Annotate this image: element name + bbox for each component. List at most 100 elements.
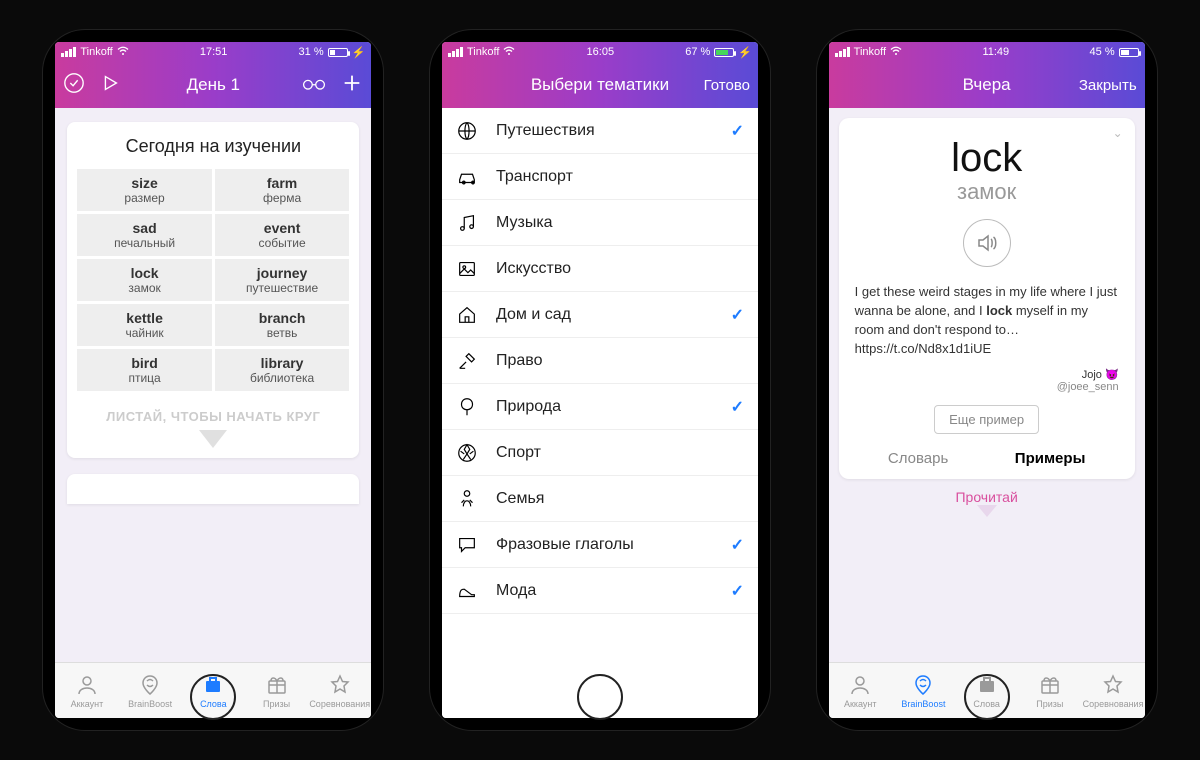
topic-row[interactable]: Музыка bbox=[442, 200, 758, 246]
glasses-icon[interactable] bbox=[301, 72, 327, 99]
segment-tab[interactable]: Примеры bbox=[1015, 450, 1086, 467]
clock: 11:49 bbox=[982, 46, 1009, 58]
battery-icon bbox=[714, 48, 734, 57]
tab-label: Призы bbox=[1036, 699, 1063, 709]
topic-row[interactable]: Право bbox=[442, 338, 758, 384]
nav-title: Выбери тематики bbox=[531, 75, 669, 95]
charging-icon: ⚡ bbox=[352, 46, 366, 59]
check-circle-icon[interactable] bbox=[63, 72, 85, 99]
tab-label: BrainBoost bbox=[901, 699, 945, 709]
globe-icon bbox=[456, 120, 482, 142]
word-ru: печальный bbox=[81, 236, 208, 250]
tab-label: BrainBoost bbox=[128, 699, 172, 709]
image-icon bbox=[456, 258, 482, 280]
car-icon bbox=[456, 166, 482, 188]
wifi-icon bbox=[503, 46, 515, 59]
battery-icon bbox=[328, 48, 348, 57]
tab-4[interactable]: Соревнования bbox=[1081, 663, 1144, 718]
word-grid: sizeразмерfarmфермаsadпечальныйeventсобы… bbox=[77, 169, 349, 391]
home-button[interactable] bbox=[190, 674, 236, 720]
topic-row[interactable]: Транспорт bbox=[442, 154, 758, 200]
status-bar: Tinkoff 16:05 67 % ⚡ bbox=[442, 42, 758, 62]
tab-0[interactable]: Аккаунт bbox=[55, 663, 118, 718]
home-button[interactable] bbox=[964, 674, 1010, 720]
chevron-down-icon[interactable]: ⌄ bbox=[1113, 126, 1123, 140]
word-ru: ветвь bbox=[219, 326, 346, 340]
word-cell[interactable]: lockзамок bbox=[77, 259, 212, 301]
word-cell[interactable]: birdптица bbox=[77, 349, 212, 391]
word-cell[interactable]: libraryбиблиотека bbox=[215, 349, 350, 391]
content-area[interactable]: ⌄ lock замок I get these weird stages in… bbox=[829, 108, 1145, 662]
word-cell[interactable]: sadпечальный bbox=[77, 214, 212, 256]
topic-label: Мода bbox=[496, 582, 731, 600]
word-en: library bbox=[219, 355, 346, 371]
family-icon bbox=[456, 488, 482, 510]
content-area[interactable]: Сегодня на изучении sizeразмерfarmфермаs… bbox=[55, 108, 371, 662]
topic-row[interactable]: Фразовые глаголы✓ bbox=[442, 522, 758, 568]
carrier-label: Tinkoff bbox=[80, 46, 112, 58]
signal-icon bbox=[448, 47, 463, 57]
word-card: ⌄ lock замок I get these weird stages in… bbox=[839, 118, 1135, 479]
tab-label: Призы bbox=[263, 699, 290, 709]
word-ru: библиотека bbox=[219, 371, 346, 385]
topic-list[interactable]: Путешествия✓ Транспорт Музыка Искусство Дом … bbox=[442, 108, 758, 718]
word-cell[interactable]: farmферма bbox=[215, 169, 350, 211]
word-cell[interactable]: journeyпутешествие bbox=[215, 259, 350, 301]
word-en: farm bbox=[219, 175, 346, 191]
tab-label: Соревнования bbox=[309, 699, 370, 709]
close-button[interactable]: Закрыть bbox=[1079, 77, 1137, 94]
clock: 16:05 bbox=[587, 46, 615, 58]
tab-3[interactable]: Призы bbox=[245, 663, 308, 718]
tab-3[interactable]: Призы bbox=[1018, 663, 1081, 718]
battery-percent: 45 % bbox=[1090, 46, 1115, 58]
word-cell[interactable]: sizeразмер bbox=[77, 169, 212, 211]
screen-2: Tinkoff 16:05 67 % ⚡ Выбери тематики Гот… bbox=[442, 42, 758, 718]
segment-tab[interactable]: Словарь bbox=[888, 450, 948, 467]
topic-row[interactable]: Искусство bbox=[442, 246, 758, 292]
word-cell[interactable]: eventсобытие bbox=[215, 214, 350, 256]
tab-1[interactable]: BrainBoost bbox=[892, 663, 955, 718]
topic-row[interactable]: Путешествия✓ bbox=[442, 108, 758, 154]
topic-row[interactable]: Природа✓ bbox=[442, 384, 758, 430]
word-ru: ферма bbox=[219, 191, 346, 205]
wifi-icon bbox=[890, 46, 902, 59]
home-button[interactable] bbox=[577, 674, 623, 720]
status-bar: Tinkoff 11:49 45 % bbox=[829, 42, 1145, 62]
nav-bar: День 1 bbox=[55, 62, 371, 108]
tab-1[interactable]: BrainBoost bbox=[119, 663, 182, 718]
word-ru: размер bbox=[81, 191, 208, 205]
speak-button[interactable] bbox=[963, 219, 1011, 267]
topic-row[interactable]: Дом и сад✓ bbox=[442, 292, 758, 338]
tab-label: Аккаунт bbox=[844, 699, 877, 709]
word-russian: замок bbox=[855, 179, 1119, 205]
topic-label: Искусство bbox=[496, 260, 744, 278]
word-english: lock bbox=[855, 136, 1119, 181]
topic-label: Семья bbox=[496, 490, 744, 508]
carrier-label: Tinkoff bbox=[467, 46, 499, 58]
tab-4[interactable]: Соревнования bbox=[308, 663, 371, 718]
plus-icon[interactable] bbox=[341, 72, 363, 99]
topic-label: Транспорт bbox=[496, 168, 744, 186]
word-cell[interactable]: branchветвь bbox=[215, 304, 350, 346]
done-button[interactable]: Готово bbox=[704, 77, 750, 94]
phone-1: Tinkoff 17:51 31 % ⚡ День 1 bbox=[43, 30, 383, 730]
tab-0[interactable]: Аккаунт bbox=[829, 663, 892, 718]
nav-bar: Вчера Закрыть bbox=[829, 62, 1145, 108]
charging-icon: ⚡ bbox=[738, 46, 752, 59]
word-cell[interactable]: kettleчайник bbox=[77, 304, 212, 346]
topic-row[interactable]: Семья bbox=[442, 476, 758, 522]
status-bar: Tinkoff 17:51 31 % ⚡ bbox=[55, 42, 371, 62]
topic-label: Музыка bbox=[496, 214, 744, 232]
topic-row[interactable]: Мода✓ bbox=[442, 568, 758, 614]
swipe-hint: ЛИСТАЙ, ЧТОБЫ НАЧАТЬ КРУГ bbox=[77, 409, 349, 424]
gavel-icon bbox=[456, 350, 482, 372]
carrier-label: Tinkoff bbox=[854, 46, 886, 58]
more-example-button[interactable]: Еще пример bbox=[934, 405, 1039, 434]
word-en: branch bbox=[219, 310, 346, 326]
signal-icon bbox=[61, 47, 76, 57]
play-icon[interactable] bbox=[99, 72, 121, 99]
next-card-peek[interactable] bbox=[67, 474, 359, 504]
screen-3: Tinkoff 11:49 45 % Вчера Закрыть ⌄ lock … bbox=[829, 42, 1145, 718]
check-icon: ✓ bbox=[731, 121, 744, 141]
topic-row[interactable]: Спорт bbox=[442, 430, 758, 476]
